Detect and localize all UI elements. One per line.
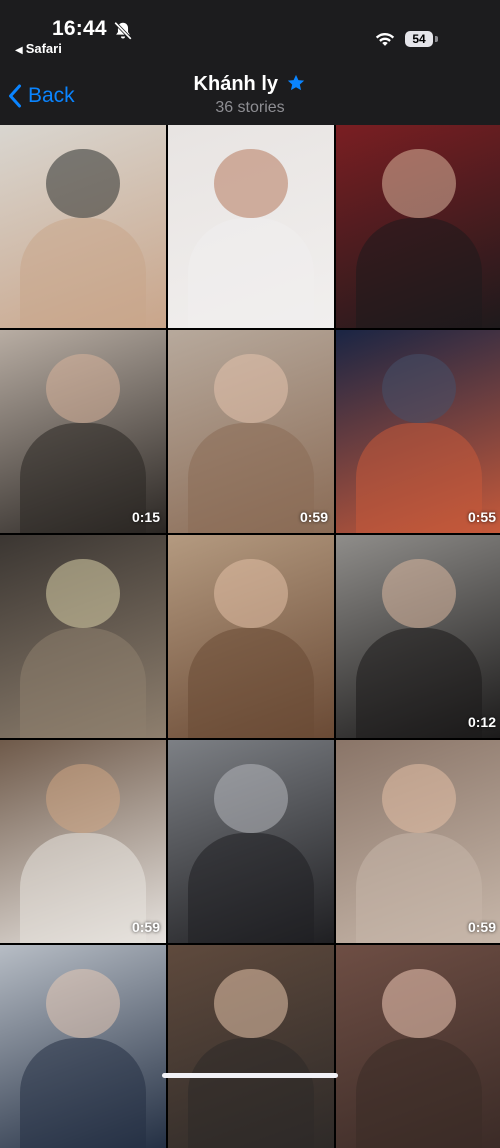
wifi-icon bbox=[375, 32, 395, 46]
thumbnail-subject-head bbox=[46, 764, 120, 834]
video-duration: 0:15 bbox=[131, 509, 160, 525]
status-bar: 16:44 ◀ Safari 54 bbox=[0, 0, 500, 62]
thumbnail-subject-head bbox=[382, 969, 456, 1039]
stories-grid: 0:15 0:59 0:55 0:12 0:59 0:59 bbox=[0, 125, 500, 1148]
thumbnail-subject-body bbox=[19, 1038, 147, 1148]
thumbnail-subject-body bbox=[187, 1038, 315, 1148]
story-thumbnail[interactable]: 0:15 bbox=[0, 330, 166, 533]
thumbnail-subject-body bbox=[19, 423, 147, 533]
thumbnail-subject-body bbox=[187, 423, 315, 533]
thumbnail-subject-body bbox=[187, 833, 315, 943]
video-duration: 0:12 bbox=[467, 714, 496, 730]
thumbnail-subject-head bbox=[46, 354, 120, 424]
thumbnail-subject-head bbox=[214, 149, 288, 219]
thumbnail-subject-body bbox=[355, 1038, 483, 1148]
thumbnail-subject-head bbox=[46, 559, 120, 629]
thumbnail-subject-body bbox=[355, 423, 483, 533]
thumbnail-subject-body bbox=[187, 218, 315, 328]
thumbnail-subject-head bbox=[46, 969, 120, 1039]
story-thumbnail[interactable] bbox=[168, 740, 334, 943]
thumbnail-subject-head bbox=[382, 559, 456, 629]
story-thumbnail[interactable] bbox=[336, 125, 500, 328]
thumbnail-subject-head bbox=[382, 764, 456, 834]
thumbnail-subject-body bbox=[19, 833, 147, 943]
story-thumbnail[interactable] bbox=[0, 945, 166, 1148]
story-thumbnail[interactable] bbox=[168, 125, 334, 328]
thumbnail-subject-head bbox=[214, 764, 288, 834]
thumbnail-subject-head bbox=[382, 354, 456, 424]
story-thumbnail[interactable]: 0:12 bbox=[336, 535, 500, 738]
thumbnail-subject-head bbox=[214, 354, 288, 424]
back-triangle-icon: ◀ bbox=[15, 45, 23, 56]
navigation-bar: Back Khánh ly 36 stories bbox=[0, 62, 500, 125]
bell-slash-icon bbox=[114, 21, 132, 40]
video-duration: 0:59 bbox=[467, 919, 496, 935]
story-thumbnail[interactable] bbox=[168, 535, 334, 738]
battery-tip bbox=[435, 36, 438, 42]
thumbnail-subject-body bbox=[19, 218, 147, 328]
video-duration: 0:59 bbox=[131, 919, 160, 935]
thumbnail-subject-head bbox=[46, 149, 120, 219]
back-app-label: Safari bbox=[25, 41, 62, 56]
story-count: 36 stories bbox=[215, 99, 285, 116]
story-thumbnail[interactable]: 0:59 bbox=[336, 740, 500, 943]
story-thumbnail[interactable]: 0:59 bbox=[0, 740, 166, 943]
battery-indicator: 54 bbox=[405, 31, 433, 47]
star-icon bbox=[288, 74, 305, 91]
story-thumbnail[interactable] bbox=[0, 125, 166, 328]
story-thumbnail[interactable]: 0:59 bbox=[168, 330, 334, 533]
thumbnail-subject-body bbox=[355, 628, 483, 738]
story-thumbnail[interactable] bbox=[0, 535, 166, 738]
thumbnail-subject-head bbox=[214, 969, 288, 1039]
thumbnail-subject-body bbox=[19, 628, 147, 738]
story-thumbnail[interactable]: 0:55 bbox=[336, 330, 500, 533]
story-thumbnail[interactable] bbox=[336, 945, 500, 1148]
back-to-app-button[interactable]: ◀ Safari bbox=[15, 41, 62, 56]
story-thumbnail[interactable] bbox=[168, 945, 334, 1148]
page-title: Khánh ly bbox=[193, 73, 278, 95]
thumbnail-subject-body bbox=[187, 628, 315, 738]
thumbnail-subject-head bbox=[214, 559, 288, 629]
thumbnail-subject-body bbox=[355, 833, 483, 943]
video-duration: 0:55 bbox=[467, 509, 496, 525]
video-duration: 0:59 bbox=[299, 509, 328, 525]
home-indicator[interactable] bbox=[162, 1073, 338, 1078]
status-time: 16:44 bbox=[52, 17, 107, 40]
thumbnail-subject-head bbox=[382, 149, 456, 219]
title-block: Khánh ly 36 stories bbox=[0, 73, 500, 117]
thumbnail-subject-body bbox=[355, 218, 483, 328]
